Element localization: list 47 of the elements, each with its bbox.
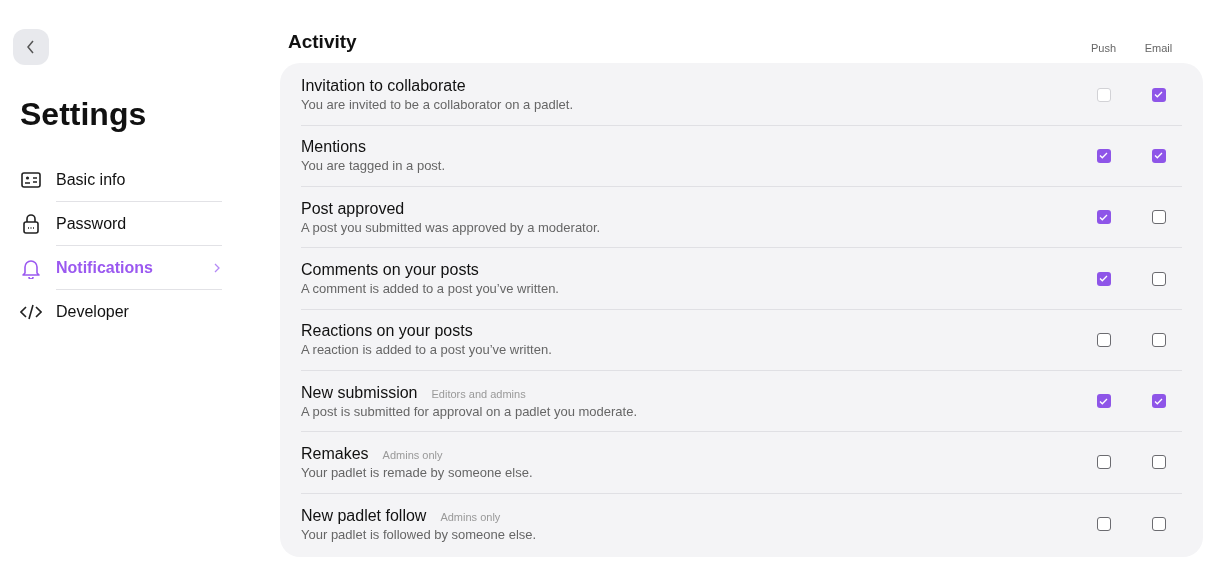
setting-title: New padlet follow xyxy=(301,505,427,526)
setting-title: Invitation to collaborate xyxy=(301,76,466,97)
setting-description: A reaction is added to a post you’ve written. xyxy=(301,342,553,359)
lock-icon xyxy=(20,213,42,235)
bell-icon xyxy=(20,257,42,279)
checkbox[interactable] xyxy=(1151,332,1166,347)
checkbox[interactable] xyxy=(1096,332,1111,347)
sidebar-item[interactable]: Password xyxy=(56,202,222,246)
sidebar-item[interactable]: Developer xyxy=(56,290,222,334)
setting-title: Remakes xyxy=(301,443,369,464)
setting-description: Your padlet is remade by someone else. xyxy=(301,464,534,481)
checkbox[interactable] xyxy=(1151,455,1166,470)
setting-description: You are invited to be a collaborator on a padlet. xyxy=(301,97,574,114)
setting-description: Your padlet is followed by someone else. xyxy=(301,526,538,543)
back-icon xyxy=(26,40,36,54)
setting-description: A post you submitted was approved by a moderator. xyxy=(301,219,602,236)
chevron-icon xyxy=(214,262,220,273)
checkbox[interactable] xyxy=(1096,148,1111,163)
checkbox[interactable] xyxy=(1096,210,1111,225)
id-card-icon xyxy=(20,169,42,191)
checkbox[interactable] xyxy=(1151,210,1166,225)
page-title: Settings xyxy=(20,95,148,134)
setting-title: Reactions on your posts xyxy=(301,321,473,342)
sidebar-item[interactable]: Notifications xyxy=(56,246,222,290)
checkbox[interactable] xyxy=(1151,517,1166,532)
checkbox[interactable] xyxy=(1096,394,1111,409)
checkbox[interactable] xyxy=(1096,455,1111,470)
role-note: Admins only xyxy=(440,509,501,525)
setting-description: You are tagged in a post. xyxy=(301,158,447,175)
checkbox[interactable] xyxy=(1096,517,1111,532)
setting-title: Post approved xyxy=(301,198,405,219)
setting-title: New submission xyxy=(301,382,418,403)
checkbox[interactable] xyxy=(1151,394,1166,409)
column-header: Push xyxy=(1089,41,1118,56)
checkbox[interactable] xyxy=(1151,271,1166,286)
checkbox[interactable] xyxy=(1151,148,1166,163)
setting-description: A comment is added to a post you’ve written. xyxy=(301,281,560,298)
role-note: Admins only xyxy=(382,447,443,463)
checkbox[interactable] xyxy=(1096,271,1111,286)
role-note: Editors and admins xyxy=(431,386,526,402)
checkbox[interactable] xyxy=(1151,87,1166,102)
column-header: Email xyxy=(1143,41,1174,56)
section-title: Activity xyxy=(288,30,358,54)
setting-description: A post is submitted for approval on a padlet you moderate. xyxy=(301,403,639,420)
setting-title: Comments on your posts xyxy=(301,260,479,281)
sidebar-item[interactable]: Basic info xyxy=(56,158,222,202)
setting-title: Mentions xyxy=(301,137,366,158)
